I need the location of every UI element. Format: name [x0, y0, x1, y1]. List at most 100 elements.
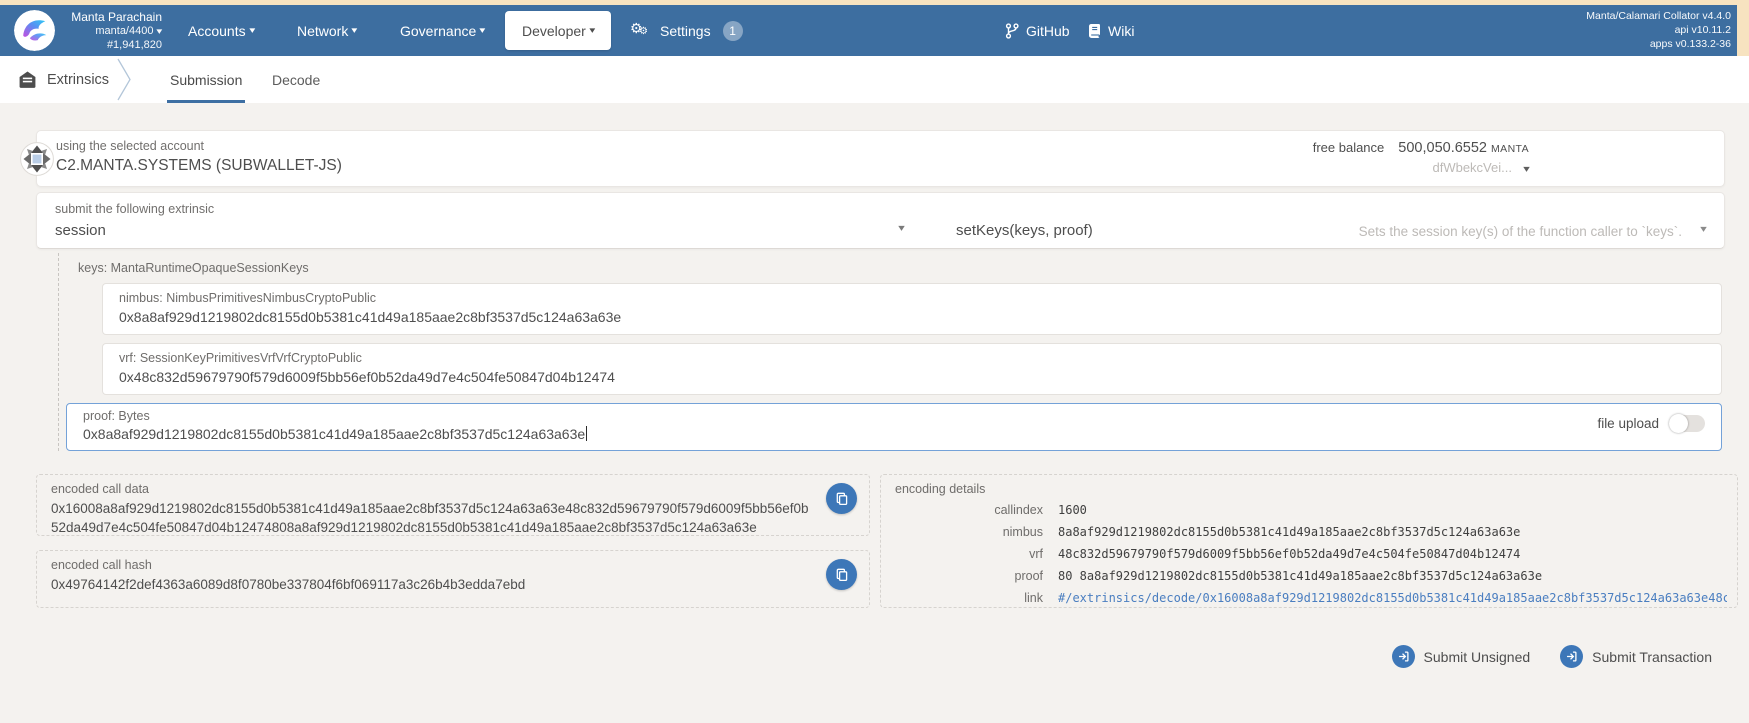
param-nimbus-label: nimbus: NimbusPrimitivesNimbusCryptoPubl… [119, 291, 377, 305]
breadcrumb-label: Extrinsics [47, 71, 110, 88]
param-proof-input[interactable]: proof: Bytes 0x8a8af929d1219802dc8155d0b… [66, 403, 1722, 451]
encoding-row-label: link [1024, 591, 1043, 605]
copy-call-hash-button[interactable] [826, 559, 857, 590]
nav-governance-label: Governance [400, 22, 477, 39]
breadcrumb-chevron-icon [117, 58, 131, 101]
node-version: Manta/Calamari Collator v4.4.0 [1586, 10, 1731, 22]
breadcrumb: Extrinsics [18, 56, 109, 103]
encoding-row-label: vrf [1029, 547, 1043, 561]
settings-badge: 1 [722, 20, 743, 41]
copy-icon [836, 568, 847, 581]
tab-submission[interactable]: Submission [166, 56, 246, 103]
free-balance-label: free balance [1312, 140, 1385, 155]
param-keys-label: keys: MantaRuntimeOpaqueSessionKeys [78, 261, 309, 275]
method-select[interactable]: setKeys(keys, proof) [956, 222, 1093, 239]
encoding-row-value: 1600 [1058, 503, 1087, 517]
sign-in-icon [1391, 645, 1415, 668]
version-info: Manta/Calamari Collator v4.4.0 api v10.1… [1586, 9, 1731, 52]
nav-accounts[interactable]: Accounts ▾ [188, 5, 255, 56]
chevron-down-icon[interactable]: ▾ [898, 223, 905, 234]
github-label: GitHub [1026, 22, 1070, 39]
method-hint: Sets the session key(s) of the function … [1358, 224, 1682, 239]
encoded-call-hash-value: 0x49764142f2def4363a6089d8f0780be337804f… [51, 577, 526, 592]
param-nimbus-value: 0x8a8af929d1219802dc8155d0b5381c41d49a18… [119, 309, 622, 325]
wiki-link[interactable]: Wiki [1088, 5, 1134, 56]
submit-unsigned-label: Submit Unsigned [1423, 648, 1531, 665]
nav-settings-label: Settings [660, 22, 711, 39]
toggle-knob [1669, 414, 1688, 433]
chain-name: Manta Parachain [71, 10, 162, 24]
wiki-label: Wiki [1108, 22, 1135, 39]
encoded-call-data-label: encoded call data [51, 482, 149, 496]
encoded-call-hash-label: encoded call hash [51, 558, 152, 572]
param-vrf-label: vrf: SessionKeyPrimitivesVrfVrfCryptoPub… [119, 351, 362, 365]
params-group-line [58, 253, 59, 451]
chain-spec: manta/4400 [95, 25, 154, 37]
extrinsic-select-label: submit the following extrinsic [55, 202, 215, 216]
encoding-row-value: 80 8a8af929d1219802dc8155d0b5381c41d49a1… [1058, 569, 1543, 583]
page-content: using the selected account C2.MANTA.SYST… [0, 103, 1749, 723]
param-proof-value: 0x8a8af929d1219802dc8155d0b5381c41d49a18… [83, 426, 588, 442]
top-accent-strip [0, 0, 1749, 5]
encoding-details-title: encoding details [895, 482, 986, 496]
chevron-down-icon[interactable]: ▾ [1523, 164, 1530, 175]
decode-link[interactable]: #/extrinsics/decode/0x16008a8af929d12198… [1058, 591, 1727, 605]
submit-transaction-label: Submit Transaction [1592, 648, 1712, 665]
account-name: C2.MANTA.SYSTEMS (SUBWALLET-JS) [56, 157, 342, 174]
nav-network-label: Network [297, 22, 349, 39]
tab-bar: Extrinsics Submission Decode [0, 56, 1749, 103]
right-accent-strip [1737, 0, 1749, 56]
apps-version: apps v0.133.2-36 [1649, 38, 1731, 51]
param-vrf-value: 0x48c832d59679790f579d6009f5bb56ef0b52da… [119, 369, 615, 385]
action-buttons: Submit Unsigned Submit Transaction [1391, 645, 1712, 668]
account-identicon [20, 142, 54, 176]
nav-settings[interactable]: ⚙ ⚙ Settings 1 [630, 5, 743, 56]
manta-logo-icon [14, 10, 55, 51]
nav-governance[interactable]: Governance ▾ [400, 5, 485, 56]
code-branch-icon [1005, 22, 1019, 39]
manta-logo[interactable] [14, 10, 55, 51]
nav-accounts-label: Accounts [188, 22, 246, 39]
param-vrf-input[interactable]: vrf: SessionKeyPrimitivesVrfVrfCryptoPub… [102, 343, 1722, 395]
chevron-down-icon: ▾ [589, 25, 596, 35]
encoded-call-data-box: encoded call data 0x16008a8af929d1219802… [36, 474, 870, 536]
submit-unsigned-button[interactable]: Submit Unsigned [1391, 645, 1531, 668]
github-link[interactable]: GitHub [1005, 5, 1070, 56]
encoded-call-data-value: 0x16008a8af929d1219802dc8155d0b5381c41d4… [51, 501, 809, 535]
chevron-down-icon[interactable]: ▾ [1700, 224, 1707, 235]
account-address-short: dfWbekcVei... [1432, 160, 1512, 175]
encoding-row-label: callindex [994, 503, 1043, 517]
extrinsic-select-card: submit the following extrinsic session ▾… [36, 192, 1725, 249]
nav-developer[interactable]: Developer ▾ [505, 11, 612, 50]
book-icon [1088, 23, 1100, 38]
section-select[interactable]: session [55, 222, 106, 239]
submit-transaction-button[interactable]: Submit Transaction [1560, 645, 1712, 668]
encoding-row-value: 48c832d59679790f579d6009f5bb56ef0b52da49… [1058, 547, 1521, 561]
api-version: api v10.11.2 [1674, 24, 1731, 37]
tab-decode[interactable]: Decode [272, 56, 320, 103]
param-nimbus-input[interactable]: nimbus: NimbusPrimitivesNimbusCryptoPubl… [102, 283, 1722, 335]
sign-in-icon [1560, 645, 1584, 668]
balance-unit: MANTA [1491, 143, 1529, 155]
copy-icon [836, 492, 847, 505]
tab-decode-label: Decode [272, 71, 321, 88]
encoding-details-box: encoding details callindex 1600 nimbus 8… [880, 474, 1738, 608]
text-cursor [586, 426, 588, 441]
extrinsics-icon [19, 71, 36, 88]
encoded-call-hash-box: encoded call hash 0x49764142f2def4363a60… [36, 550, 870, 608]
account-select[interactable]: using the selected account C2.MANTA.SYST… [20, 130, 1725, 187]
chevron-down-icon: ▾ [351, 25, 358, 35]
param-proof-label: proof: Bytes [83, 409, 150, 423]
file-upload-toggle[interactable] [1669, 414, 1705, 433]
best-block-number[interactable]: #1,941,820 [58, 39, 162, 53]
gears-icon: ⚙ ⚙ [630, 19, 648, 37]
account-select-label: using the selected account [56, 139, 205, 153]
app-header: Manta Parachain manta/4400 ▾ #1,941,820 A… [0, 5, 1749, 56]
nav-network[interactable]: Network ▾ [297, 5, 358, 56]
chain-selector[interactable]: Manta Parachain manta/4400 ▾ #1,941,820 [58, 10, 162, 53]
chevron-down-icon: ▾ [479, 25, 486, 35]
encoding-row-label: proof [1014, 569, 1044, 583]
chevron-down-icon: ▾ [156, 26, 163, 36]
copy-call-data-button[interactable] [826, 483, 857, 514]
tab-submission-label: Submission [170, 71, 243, 88]
